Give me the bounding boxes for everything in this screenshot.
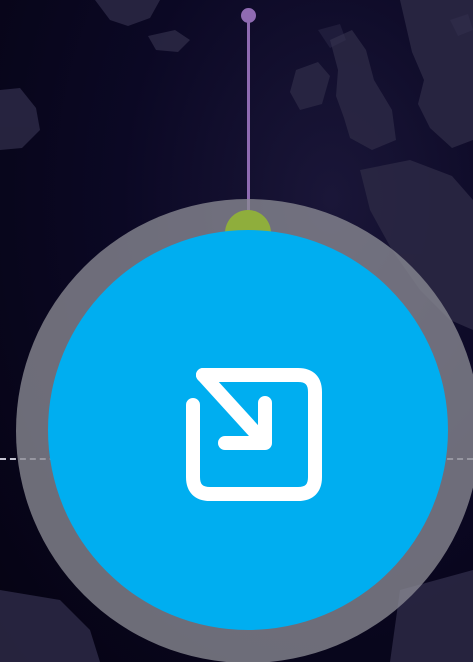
map-pin-stem bbox=[247, 16, 250, 221]
open-in-app-icon bbox=[186, 368, 322, 501]
map-canvas bbox=[0, 0, 473, 662]
map-pin-head bbox=[241, 8, 256, 23]
open-action-button[interactable] bbox=[48, 230, 448, 630]
